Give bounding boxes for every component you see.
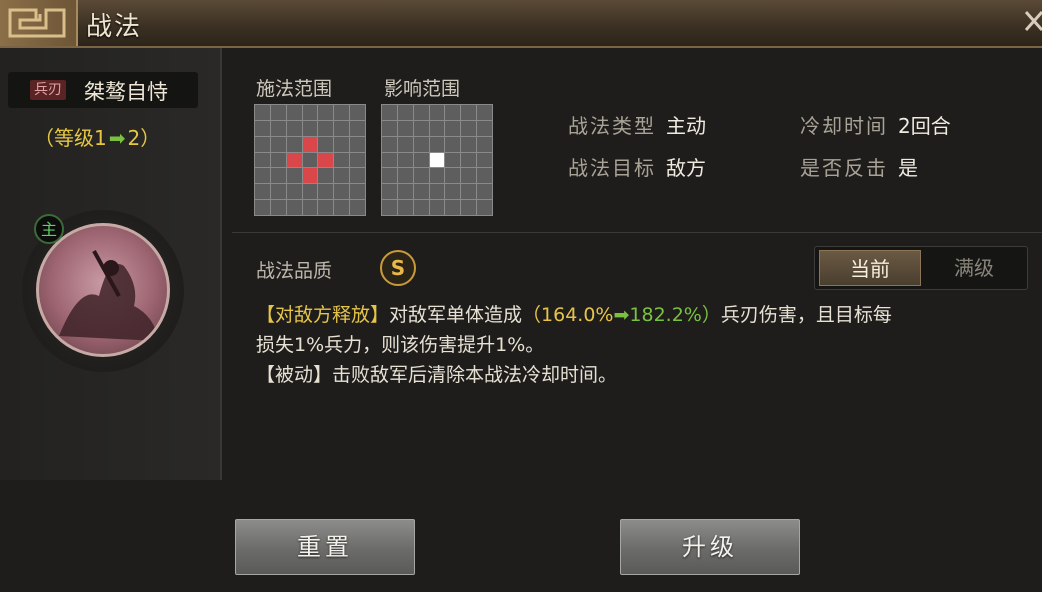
window-header: 战法 [0,0,1042,48]
arrow-right-icon: ➡ [613,304,630,326]
attr-type-value: 主动 [666,114,706,138]
general-portrait [36,223,170,357]
effect-range-grid [381,104,493,216]
arrow-right-icon: ➡ [108,126,126,150]
quality-label: 战法品质 [256,260,333,282]
attr-target: 战法目标 敌方 [568,152,706,181]
level-upgrade-line: （等级1 ➡ 2） [34,122,160,151]
desc-active-tag: 【对敌方释放】 [256,304,390,326]
attr-counter-key: 是否反击 [800,156,888,180]
attr-type-key: 战法类型 [568,114,656,138]
cast-range-grid [254,104,366,216]
close-icon [1024,11,1042,31]
weapon-type-tag: 兵刃 [30,80,66,100]
header-ornament-icon [0,0,78,46]
skill-name-box: 兵刃 桀骜自恃 [8,72,198,108]
skill-description: 【对敌方释放】对敌军单体造成（164.0%➡182.2%）兵刃伤害，且目标每 损… [256,300,1026,390]
reset-button[interactable]: 重置 [235,519,415,575]
attr-target-value: 敌方 [666,156,706,180]
attr-cooldown-key: 冷却时间 [800,114,888,138]
level-view-toggle: 当前 满级 [814,246,1028,290]
attr-counter-value: 是 [898,156,918,180]
commander-badge: 主 [34,214,64,244]
desc-line-2: 损失1%兵力，则该伤害提升1%。 [256,334,545,356]
attr-type: 战法类型 主动 [568,110,706,139]
desc-line-1: 【对敌方释放】对敌军单体造成（164.0%➡182.2%）兵刃伤害，且目标每 [256,304,892,326]
skill-name: 桀骜自恃 [84,80,168,104]
damage-current: （164.0% [522,304,614,326]
page-title: 战法 [86,12,143,42]
damage-upgraded: 182.2%） [629,304,721,326]
quality-grade-badge: S [380,250,416,286]
level-to: 2） [127,126,161,150]
cast-range-label: 施法范围 [256,78,333,100]
effect-range-label: 影响范围 [384,78,461,100]
tab-max-level[interactable]: 满级 [923,250,1025,286]
close-button[interactable] [1012,0,1042,46]
attr-cooldown: 冷却时间 2回合 [800,110,951,139]
desc-line-3: 【被动】击败敌军后清除本战法冷却时间。 [256,364,618,386]
attr-target-key: 战法目标 [568,156,656,180]
tab-current[interactable]: 当前 [819,250,921,286]
level-from: （等级1 [34,126,107,150]
section-divider [232,232,1042,233]
attr-cooldown-value: 2回合 [898,114,951,138]
upgrade-button[interactable]: 升级 [620,519,800,575]
attr-counter: 是否反击是 [800,152,918,181]
